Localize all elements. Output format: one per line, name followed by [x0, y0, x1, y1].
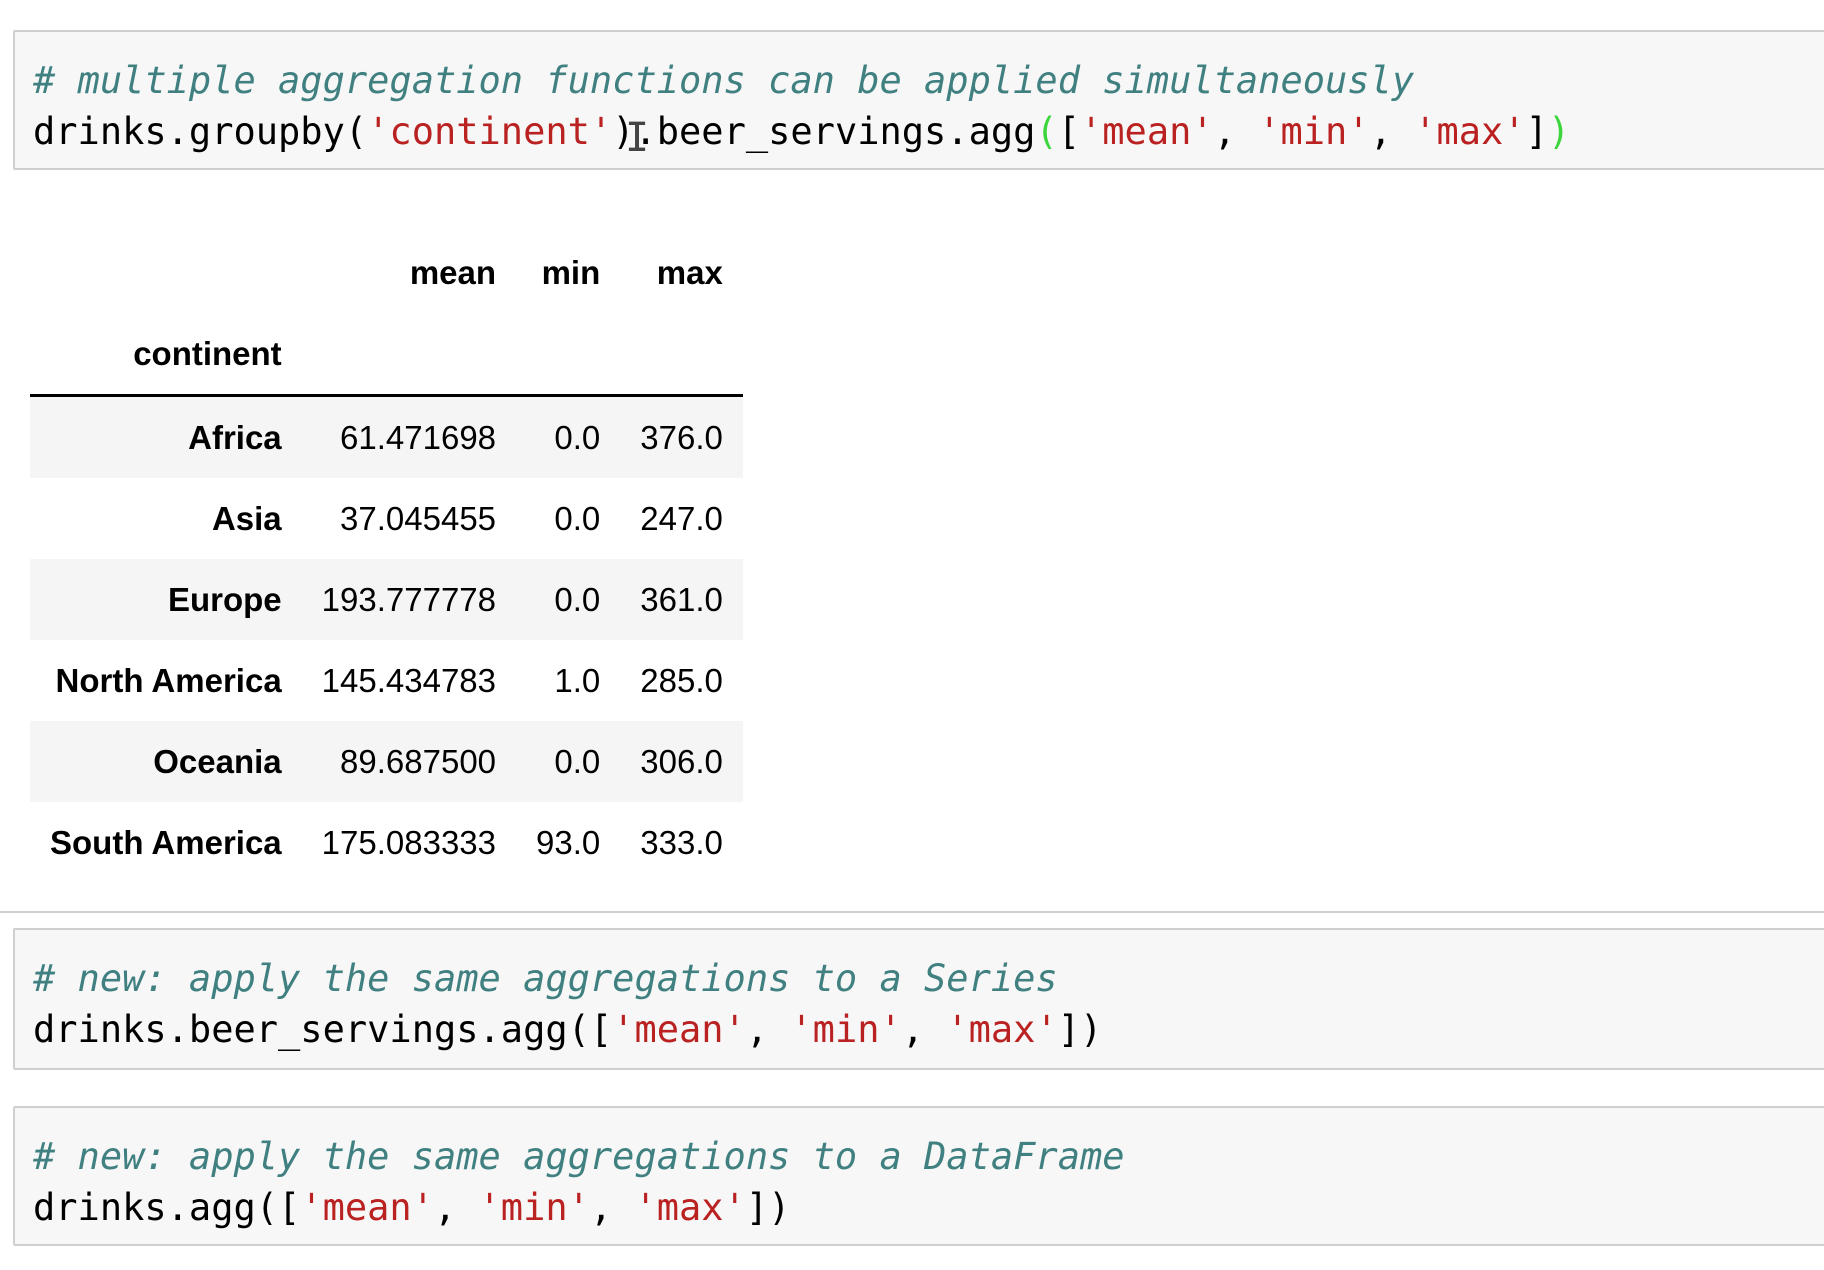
code-text: drinks.beer_servings.agg([ [33, 1008, 613, 1051]
cell-min: 0.0 [554, 418, 601, 456]
code-string: 'min' [790, 1008, 902, 1051]
code-string: 'mean' [300, 1186, 434, 1229]
code-editor[interactable]: # new: apply the same aggregations to a … [15, 1131, 1824, 1233]
column-header-max: max [656, 253, 723, 291]
cell-mean: 175.083333 [321, 823, 497, 861]
matched-paren: ) [1547, 110, 1571, 153]
row-label: Africa [188, 418, 282, 456]
code-text: ]) [1057, 1008, 1103, 1051]
code-editor[interactable]: # multiple aggregation functions can be … [15, 55, 1824, 157]
cell-mean: 145.434783 [321, 661, 497, 699]
code-comment: # new: apply the same aggregations to a … [33, 957, 1058, 1000]
code-text: drinks.agg([ [33, 1186, 301, 1229]
column-header-min: min [541, 253, 601, 291]
code-string: 'min' [1258, 110, 1370, 153]
corner-cell [30, 232, 302, 313]
code-string: 'mean' [1080, 110, 1214, 153]
cell-max: 306.0 [640, 742, 723, 780]
code-text: ]) [745, 1186, 791, 1229]
code-string: 'max' [1414, 110, 1526, 153]
cell-divider [0, 911, 1824, 913]
row-label: Europe [167, 580, 282, 618]
row-label: Asia [211, 499, 282, 537]
cell-min: 0.0 [554, 499, 601, 537]
code-text: ).beer_servings.agg [612, 110, 1036, 153]
empty-cell [516, 313, 621, 397]
code-cell-groupby-agg[interactable]: # multiple aggregation functions can be … [13, 30, 1824, 170]
row-label: South America [50, 823, 282, 861]
code-string: 'max' [634, 1186, 746, 1229]
code-text: [ [1057, 110, 1080, 153]
cell-min: 0.0 [554, 580, 601, 618]
table-row: Europe 193.777778 0.0 361.0 [30, 559, 743, 640]
text-cursor-icon: I [625, 115, 650, 161]
table-row: South America 175.083333 93.0 333.0 [30, 802, 743, 883]
code-text: , [433, 1186, 479, 1229]
table-row: North America 145.434783 1.0 285.0 [30, 640, 743, 721]
code-editor[interactable]: # new: apply the same aggregations to a … [15, 953, 1824, 1055]
table-row: Oceania 89.687500 0.0 306.0 [30, 721, 743, 802]
matched-paren: ( [1035, 110, 1058, 153]
empty-cell [620, 313, 743, 397]
table-row: Africa 61.471698 0.0 376.0 [30, 395, 743, 478]
code-string: 'continent' [367, 110, 613, 153]
code-cell-dataframe-agg[interactable]: # new: apply the same aggregations to a … [13, 1106, 1824, 1246]
cell-min: 0.0 [554, 742, 601, 780]
code-cell-series-agg[interactable]: # new: apply the same aggregations to a … [13, 928, 1824, 1070]
cell-mean: 193.777778 [321, 580, 497, 618]
cell-max: 333.0 [640, 823, 723, 861]
code-text: drinks.groupby( [33, 110, 368, 153]
index-name-row: continent [30, 313, 743, 397]
code-comment: # new: apply the same aggregations to a … [33, 1135, 1125, 1178]
table-row: Asia 37.045455 0.0 247.0 [30, 478, 743, 559]
code-text: , [589, 1186, 635, 1229]
code-text: ] [1525, 110, 1548, 153]
code-text: , [901, 1008, 947, 1051]
cell-max: 247.0 [640, 499, 723, 537]
column-header-row: mean min max [30, 232, 743, 313]
cell-max: 285.0 [640, 661, 723, 699]
cell-mean: 89.687500 [340, 742, 497, 780]
cell-mean: 37.045455 [340, 499, 497, 537]
code-string: 'mean' [612, 1008, 746, 1051]
code-text: , [1369, 110, 1415, 153]
index-name: continent [30, 313, 302, 397]
cell-mean: 61.471698 [340, 418, 497, 456]
empty-cell [301, 313, 517, 397]
cell-max: 376.0 [640, 418, 723, 456]
cell-max: 361.0 [640, 580, 723, 618]
cell-min: 1.0 [554, 661, 601, 699]
code-string: 'min' [478, 1186, 590, 1229]
code-text: , [745, 1008, 791, 1051]
cell-min: 93.0 [536, 823, 601, 861]
code-string: 'max' [946, 1008, 1058, 1051]
row-label: North America [55, 661, 282, 699]
column-header-mean: mean [409, 253, 497, 291]
code-text: , [1213, 110, 1259, 153]
row-label: Oceania [153, 742, 282, 780]
code-comment: # multiple aggregation functions can be … [33, 59, 1415, 102]
output-dataframe: mean min max continent Africa 61.471698 … [30, 232, 743, 883]
